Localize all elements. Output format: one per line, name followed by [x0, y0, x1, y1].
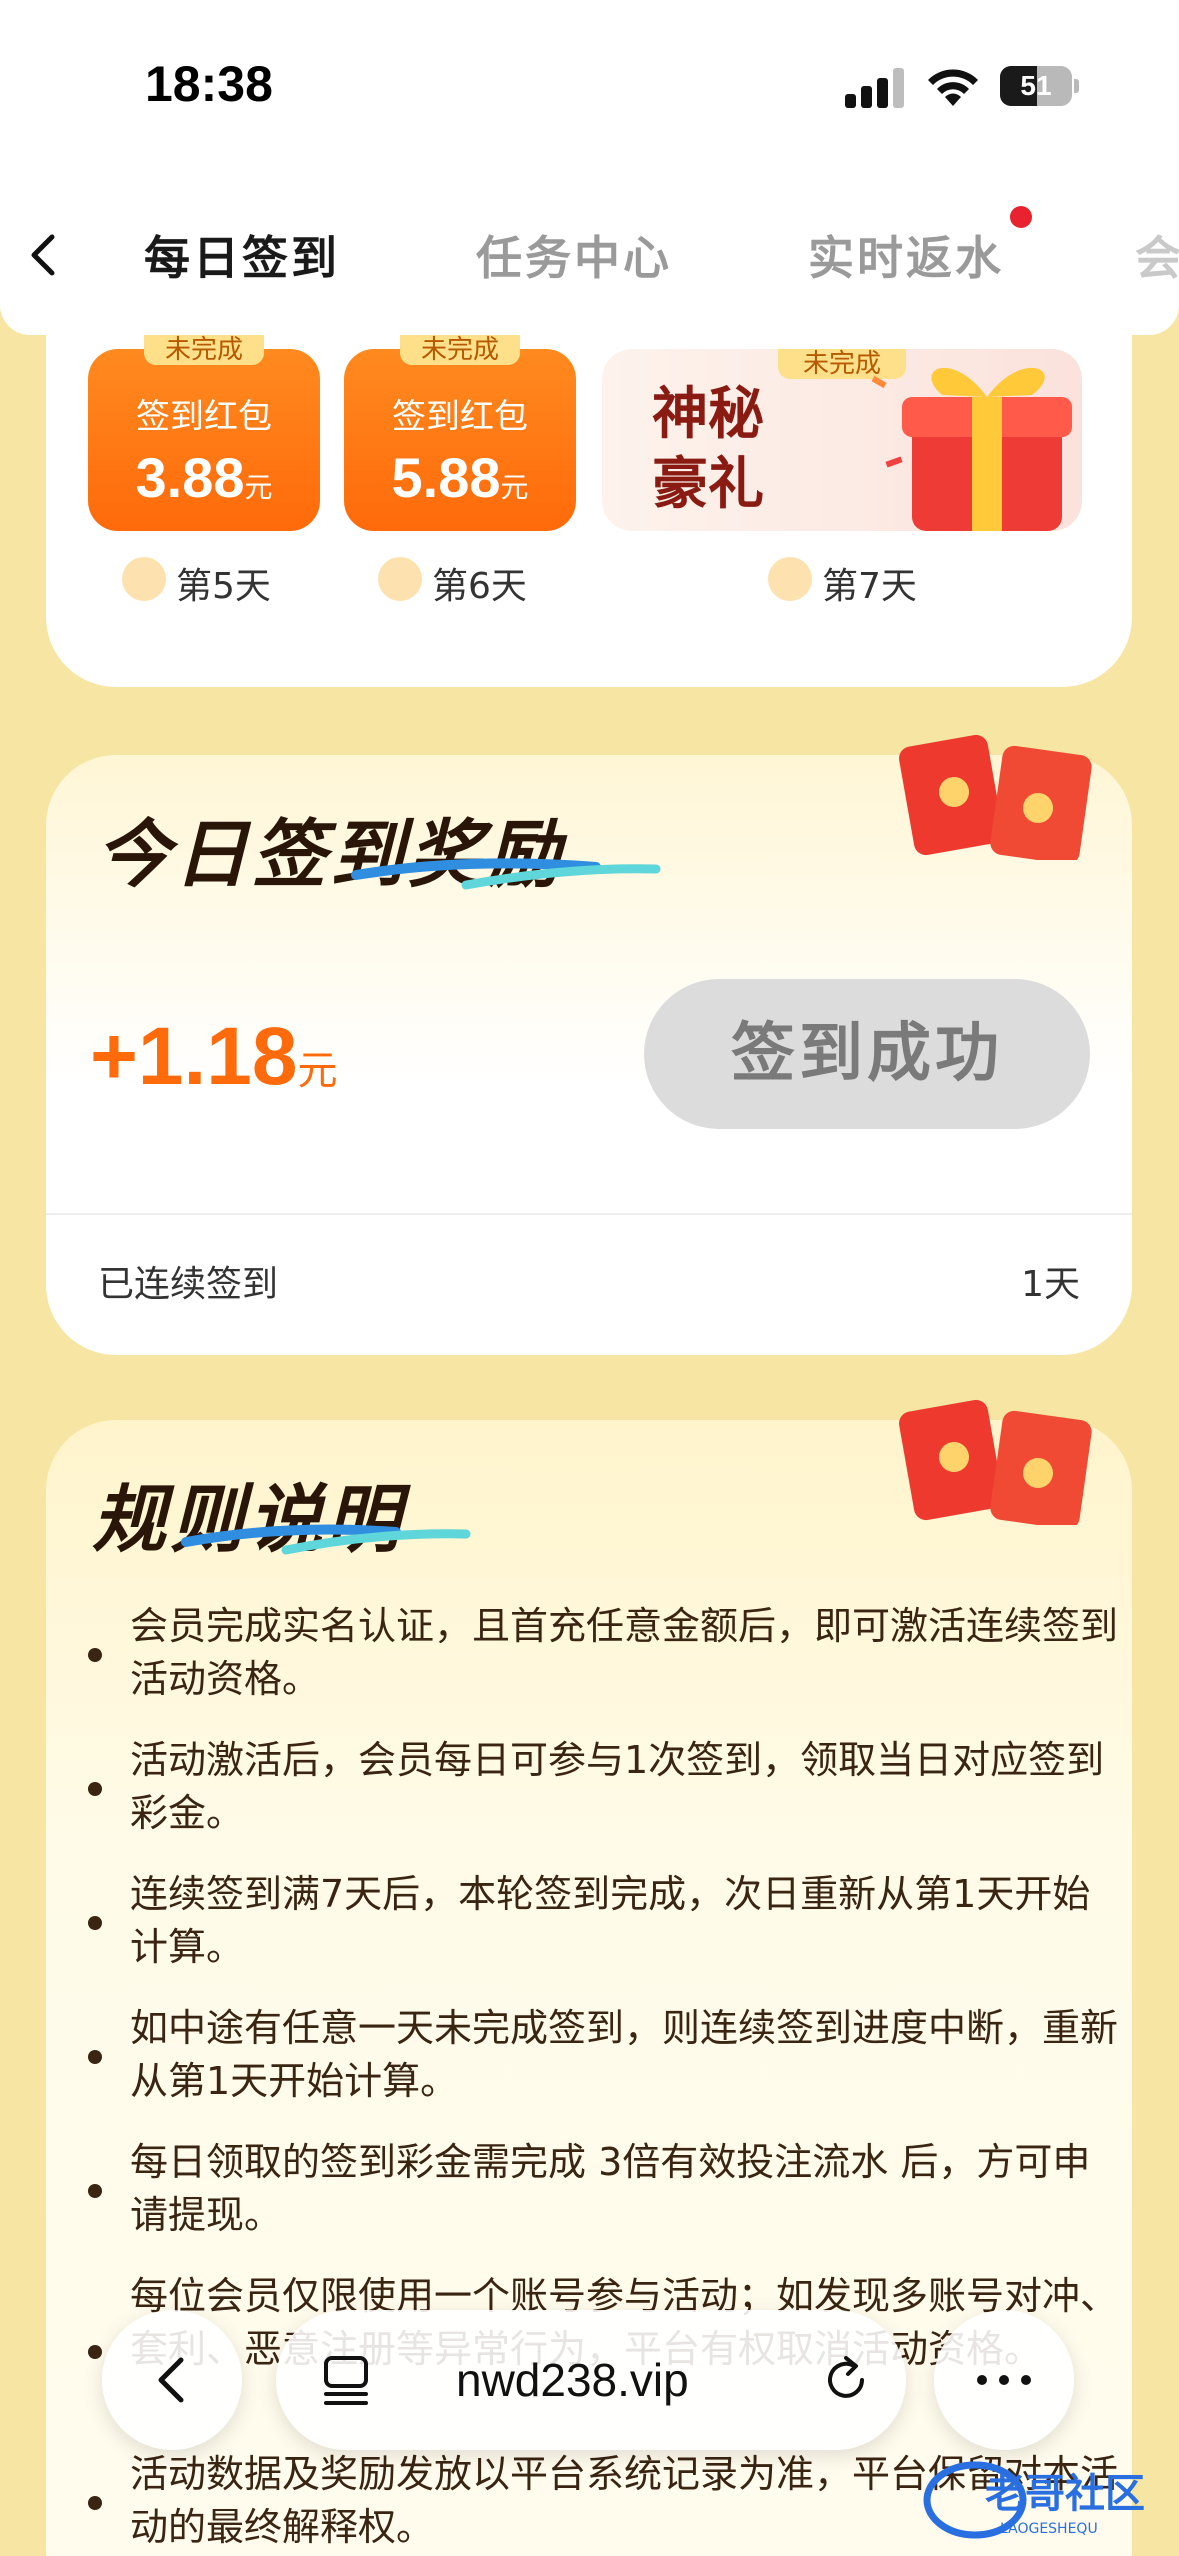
- day-tile-6[interactable]: 未完成 签到红包 5.88元: [344, 335, 576, 531]
- tab-bar: 每日签到 任务中心 实时返水 会: [0, 180, 1179, 335]
- tile-amount: 3.88元: [135, 446, 273, 509]
- cellular-signal-icon: [845, 68, 904, 108]
- bullet: [88, 1648, 102, 1662]
- battery-level: 51: [1020, 70, 1052, 101]
- streak-label: 已连续签到: [98, 1264, 279, 1305]
- lock-icon: [768, 557, 812, 601]
- title-underline-decoration: [351, 858, 661, 890]
- rule-text: 如中途有任意一天未完成签到，则连续签到进度中断，重新从第1天开始计算。: [130, 2006, 1119, 2103]
- tile-amount: 5.88元: [391, 446, 529, 509]
- svg-text:LAOGESHEQU: LAOGESHEQU: [1000, 2521, 1098, 2537]
- day-label-6: 第6天: [432, 566, 527, 607]
- lock-icon: [378, 557, 422, 601]
- tab-partial[interactable]: 会: [1135, 222, 1179, 288]
- gift-box-icon: [872, 367, 1072, 531]
- red-envelope-icon: [899, 1399, 1092, 1525]
- bullet: [88, 2496, 102, 2510]
- reload-icon[interactable]: [816, 2350, 876, 2410]
- tile-title: 签到红包: [136, 397, 272, 437]
- battery-icon: 51: [1000, 66, 1080, 106]
- day-tile-5[interactable]: 未完成 签到红包 3.88元: [88, 335, 320, 531]
- back-chevron-icon: [158, 2357, 184, 2403]
- more-dots-icon: [977, 2375, 1031, 2385]
- red-envelope-icon: [899, 734, 1092, 860]
- tab-daily-checkin[interactable]: 每日签到: [144, 222, 340, 288]
- notification-dot: [1010, 206, 1032, 228]
- rule-text: 活动激活后，会员每日可参与1次签到，领取当日对应签到彩金。: [130, 1738, 1105, 1835]
- bullet: [88, 2050, 102, 2064]
- day-tile-7-mystery-gift[interactable]: 未完成 神秘豪礼: [602, 349, 1082, 531]
- back-chevron-icon[interactable]: [22, 225, 62, 285]
- status-tag: 未完成: [144, 335, 264, 365]
- bullet: [88, 1782, 102, 1796]
- watermark-logo: 老哥社区 LAOGESHEQU: [923, 2461, 1145, 2539]
- checkin-days-card: 未完成 签到红包 3.88元 未完成 签到红包 5.88元 未完成 神秘豪礼 第…: [46, 335, 1132, 687]
- url-text: nwd238.vip: [456, 2354, 689, 2406]
- wifi-icon: [928, 69, 978, 106]
- tab-realtime-rebate[interactable]: 实时返水: [808, 222, 1004, 288]
- day-label-5: 第5天: [176, 566, 271, 607]
- browser-back-button[interactable]: [102, 2310, 242, 2450]
- tab-task-center[interactable]: 任务中心: [476, 222, 672, 288]
- divider: [46, 1213, 1132, 1215]
- today-reward-card: 今日签到奖励 +1.18元 签到成功 已连续签到 1天: [46, 734, 1132, 1355]
- bullet: [88, 2345, 102, 2359]
- reader-tabs-icon[interactable]: [316, 2350, 376, 2410]
- rule-text: 会员完成实名认证，且首充任意金额后，即可激活连续签到活动资格。: [130, 1604, 1119, 1701]
- title-underline-decoration: [181, 1524, 471, 1555]
- browser-address-bar[interactable]: nwd238.vip: [276, 2310, 906, 2450]
- status-bar: 18:38 51: [0, 0, 1179, 180]
- gift-title-text: 神秘豪礼: [652, 381, 764, 517]
- checkin-success-button[interactable]: 签到成功: [644, 979, 1090, 1129]
- streak-value: 1天: [1021, 1264, 1080, 1305]
- bullet: [88, 2184, 102, 2198]
- lock-icon: [122, 557, 166, 601]
- rule-text: 连续签到满7天后，本轮签到完成，次日重新从第1天开始计算。: [130, 1872, 1091, 1969]
- reward-amount: +1.18元: [90, 1011, 338, 1102]
- status-time: 18:38: [145, 56, 273, 112]
- status-tag: 未完成: [400, 335, 520, 365]
- svg-text:老哥社区: 老哥社区: [985, 2471, 1145, 2517]
- browser-more-button[interactable]: [934, 2310, 1074, 2450]
- tile-title: 签到红包: [392, 397, 528, 437]
- bullet: [88, 1916, 102, 1930]
- day-label-7: 第7天: [822, 566, 917, 607]
- rule-text: 每日领取的签到彩金需完成 3倍有效投注流水 后，方可申请提现。: [130, 2140, 1091, 2237]
- gift-title: 神秘豪礼: [652, 379, 782, 519]
